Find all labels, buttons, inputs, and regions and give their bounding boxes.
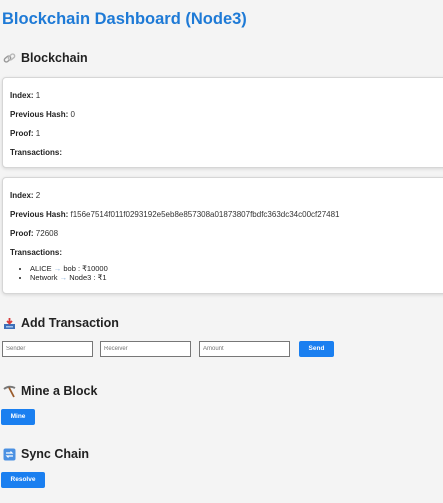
send-button[interactable]: Send — [299, 341, 334, 357]
blockchain-heading-label: Blockchain — [21, 51, 88, 65]
block-proof: 1 — [35, 129, 41, 138]
resolve-button[interactable]: Resolve — [1, 472, 45, 488]
block-index: 1 — [35, 91, 41, 100]
block-transactions-row: Transactions: — [10, 248, 63, 257]
block-proof: 72608 — [35, 229, 59, 238]
mine-button[interactable]: Mine — [1, 409, 35, 425]
block-prev-hash: f156e7514f011f0293192e5eb8e857308a018738… — [70, 210, 340, 219]
block-card: Index: 2 Previous Hash: f156e7514f011f02… — [2, 177, 443, 294]
block-prev-hash-row: Previous Hash: f156e7514f011f0293192e5eb… — [10, 210, 340, 219]
arrow-icon: → — [53, 264, 62, 273]
block-prev-hash: 0 — [70, 110, 75, 119]
block-transactions-row: Transactions: — [10, 148, 63, 157]
sync-arrows-icon — [3, 448, 16, 461]
mine-heading-label: Mine a Block — [21, 384, 98, 398]
block-index-row: Index: 2 — [10, 191, 41, 200]
block-proof-row: Proof: 1 — [10, 129, 41, 138]
sender-input[interactable] — [2, 341, 93, 357]
list-item: ALICE → bob : ₹10000 — [30, 264, 439, 273]
sync-heading-label: Sync Chain — [21, 447, 90, 461]
page-title: Blockchain Dashboard (Node3) — [2, 10, 247, 28]
inbox-tray-icon — [3, 317, 16, 330]
link-icon — [3, 52, 16, 65]
block-card: Index: 1 Previous Hash: 0 Proof: 1 Trans… — [2, 77, 443, 168]
arrow-icon: → — [59, 273, 68, 282]
receiver-input[interactable] — [100, 341, 191, 357]
mine-heading: Mine a Block — [3, 384, 97, 398]
amount-input[interactable] — [199, 341, 290, 357]
block-index: 2 — [35, 191, 41, 200]
blockchain-heading: Blockchain — [3, 51, 88, 65]
pickaxe-icon — [3, 385, 16, 398]
add-transaction-heading: Add Transaction — [3, 316, 119, 330]
block-proof-row: Proof: 72608 — [10, 229, 59, 238]
sync-heading: Sync Chain — [3, 447, 89, 461]
add-transaction-heading-label: Add Transaction — [21, 316, 119, 330]
block-prev-hash-row: Previous Hash: 0 — [10, 110, 75, 119]
block-index-row: Index: 1 — [10, 91, 41, 100]
list-item: Network → Node3 : ₹1 — [30, 273, 439, 282]
transaction-list: ALICE → bob : ₹10000 Network → Node3 : ₹… — [10, 264, 439, 282]
